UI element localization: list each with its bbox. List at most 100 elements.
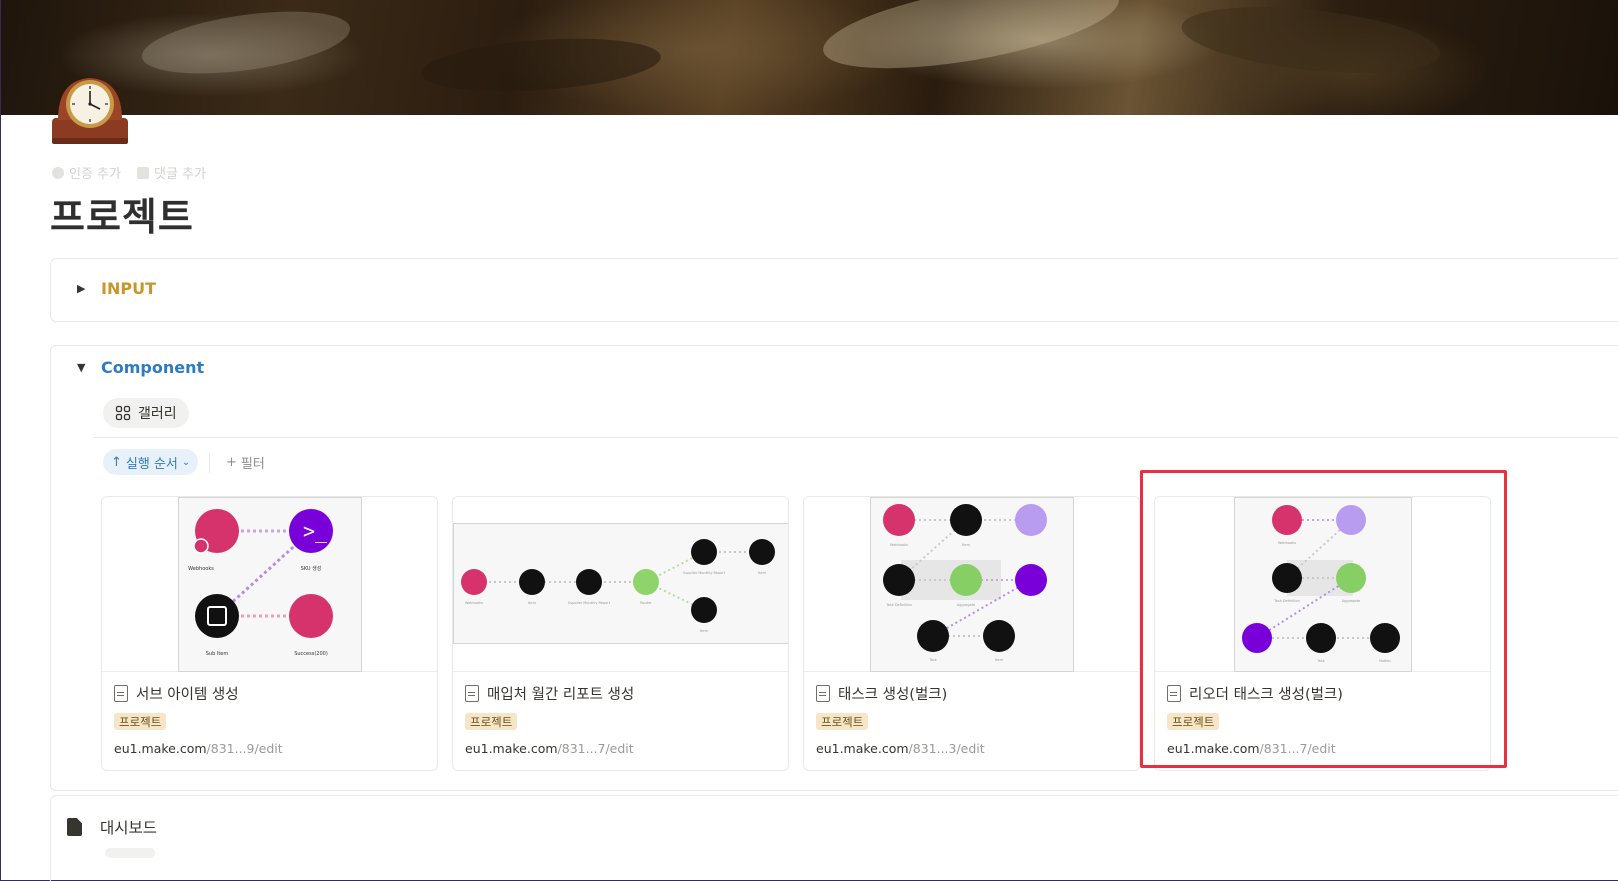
node-label: Task <box>928 658 938 662</box>
input-toggle[interactable]: ▶ INPUT <box>77 279 156 298</box>
clock-icon[interactable] <box>50 74 130 146</box>
card-url-link[interactable]: eu1.make.com/831...7/edit <box>1167 741 1336 756</box>
gallery-icon <box>115 405 131 421</box>
sort-label: 실행 순서 <box>125 456 178 472</box>
card-title-row[interactable]: 리오더 태스크 생성(벌크) <box>1167 683 1343 704</box>
node-label: Webhooks <box>465 601 483 605</box>
card-url-link[interactable]: eu1.make.com/831...7/edit <box>465 741 634 756</box>
dashboard-view-tab[interactable] <box>105 848 155 858</box>
webhook-node-icon <box>289 594 333 638</box>
card-title: 서브 아이템 생성 <box>136 687 239 703</box>
page-icon <box>114 685 128 702</box>
scenario-diagram: >_ Webhooks SKU 생성 Sub Item Success(200) <box>178 497 362 672</box>
page-icon <box>67 818 82 836</box>
notion-node-icon <box>691 539 717 565</box>
page-icon <box>465 685 479 702</box>
node-label: Webhooks <box>1278 541 1296 545</box>
node-label: Item <box>962 543 971 547</box>
node-label: Item <box>758 571 767 575</box>
check-badge-icon <box>52 166 64 179</box>
node-label: Success(200) <box>294 651 328 657</box>
comment-icon <box>136 166 149 179</box>
expanded-triangle-icon[interactable]: ▼ <box>77 361 89 374</box>
card-thumbnail: Webhooks Item Supplier Monthly Report Ro… <box>453 497 788 672</box>
add-comment-button[interactable]: 댓글 추가 <box>136 163 206 182</box>
page-icon <box>1167 685 1181 702</box>
view-divider <box>93 437 1618 438</box>
node-label: Item <box>995 658 1004 662</box>
node-label: Aggregate <box>1342 599 1360 603</box>
aggregate-node-icon <box>950 564 982 596</box>
card-url-link[interactable]: eu1.make.com/831...3/edit <box>816 741 985 756</box>
card-thumbnail: >_ Webhooks SKU 생성 Sub Item Success(200) <box>102 497 437 672</box>
component-toggle-label: Component <box>101 358 205 377</box>
dashboard-link[interactable]: 대시보드 <box>67 816 157 838</box>
gallery-card[interactable]: Webhooks Task Definition Aggregate Task … <box>1154 496 1491 771</box>
url-host: eu1.make.com <box>816 741 909 756</box>
node-label: Item <box>700 629 709 633</box>
node-label: Webhooks <box>890 543 908 547</box>
gallery-card[interactable]: Webhooks Item Supplier Monthly Report Ro… <box>452 496 789 771</box>
svg-text:>_: >_ <box>303 519 328 543</box>
node-label: Supplier Monthly Report <box>568 601 611 605</box>
webhook-node-icon <box>883 504 915 536</box>
gallery-view-label: 갤러리 <box>138 406 177 422</box>
notion-node-icon <box>883 564 915 596</box>
component-toggle-block: ▼ Component 갤러리 ↑ 실행 순서 ⌄ + 필터 >_ Webhoo… <box>50 345 1618 791</box>
add-comment-label: 댓글 추가 <box>153 167 206 182</box>
webhook-node-icon <box>1272 505 1302 535</box>
url-path: /831...7/edit <box>557 741 634 756</box>
notion-node-icon <box>519 569 545 595</box>
node-label: Webhooks <box>188 566 214 572</box>
gallery-card[interactable]: Webhooks Item Task Definition Aggregate … <box>803 496 1140 771</box>
node-label: Aggregate <box>957 603 975 607</box>
notion-node-icon <box>950 504 982 536</box>
arrow-up-icon: ↑ <box>111 454 122 470</box>
dashboard-block: 대시보드 <box>50 795 1618 881</box>
url-path: /831...3/edit <box>908 741 985 756</box>
router-node-icon <box>633 569 659 595</box>
input-toggle-block: ▶ INPUT <box>50 258 1618 322</box>
scenario-diagram: Webhooks Item Supplier Monthly Report Ro… <box>453 523 788 644</box>
notion-node-icon <box>195 594 239 638</box>
url-path: /831...9/edit <box>206 741 283 756</box>
gallery-view-tab[interactable]: 갤러리 <box>103 398 189 428</box>
card-title-row[interactable]: 서브 아이템 생성 <box>114 683 239 704</box>
notion-node-icon <box>576 569 602 595</box>
node-label: SKU 생성 <box>301 565 322 572</box>
card-title-row[interactable]: 매입처 월간 리포트 생성 <box>465 683 634 704</box>
card-title: 리오더 태스크 생성(벌크) <box>1189 687 1343 703</box>
tag-badge: 프로젝트 <box>465 713 518 730</box>
url-host: eu1.make.com <box>465 741 558 756</box>
notion-node-icon <box>917 620 949 652</box>
gallery-card[interactable]: >_ Webhooks SKU 생성 Sub Item Success(200)… <box>101 496 438 771</box>
notion-node-icon <box>1272 563 1302 593</box>
card-url-link[interactable]: eu1.make.com/831...9/edit <box>114 741 283 756</box>
notion-node-icon <box>691 597 717 623</box>
node-label: Task <box>1316 659 1326 663</box>
webhook-node-icon <box>461 569 487 595</box>
card-title-row[interactable]: 태스크 생성(벌크) <box>816 683 947 704</box>
plus-icon: + <box>226 454 237 470</box>
add-filter-button[interactable]: + 필터 <box>226 449 265 475</box>
page-meta-actions: 인증 추가 댓글 추가 <box>52 163 206 182</box>
add-verification-button[interactable]: 인증 추가 <box>52 163 121 182</box>
sort-button[interactable]: ↑ 실행 순서 ⌄ <box>103 449 199 475</box>
url-host: eu1.make.com <box>114 741 207 756</box>
node-label: Notion <box>1379 659 1390 663</box>
card-thumbnail: Webhooks Task Definition Aggregate Task … <box>1155 497 1490 672</box>
node-label: Supplier Monthly Report <box>683 571 726 575</box>
collapsed-triangle-icon[interactable]: ▶ <box>77 282 89 295</box>
component-toggle[interactable]: ▼ Component <box>77 358 204 377</box>
node-label: Item <box>528 601 537 605</box>
page-icon <box>816 685 830 702</box>
scenario-diagram: Webhooks Task Definition Aggregate Task … <box>1234 497 1412 672</box>
card-title: 매입처 월간 리포트 생성 <box>487 687 635 703</box>
chevron-down-icon: ⌄ <box>181 456 191 468</box>
tools-node-icon <box>1015 504 1047 536</box>
page-title[interactable]: 프로젝트 <box>50 186 194 241</box>
cover-image <box>1 0 1618 115</box>
card-title: 태스크 생성(벌크) <box>838 687 948 703</box>
node-label: Sub Item <box>206 651 229 657</box>
card-thumbnail: Webhooks Item Task Definition Aggregate … <box>804 497 1139 672</box>
